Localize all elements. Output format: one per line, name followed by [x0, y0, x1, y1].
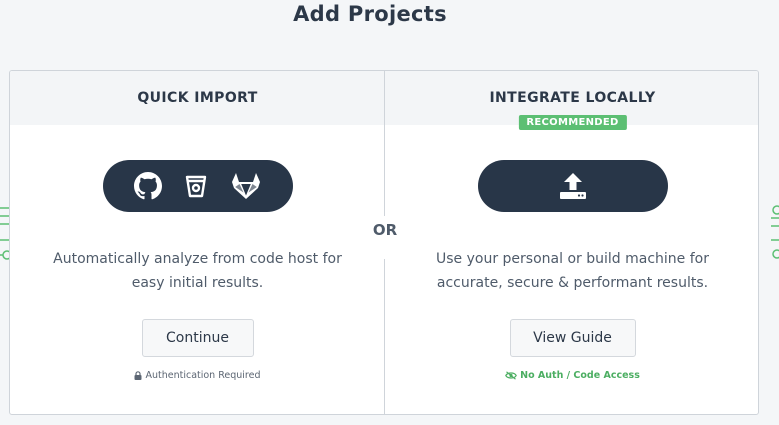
- quick-import-header: QUICK IMPORT: [10, 71, 385, 125]
- no-auth-text: No Auth / Code Access: [520, 370, 640, 381]
- eye-slash-icon: [505, 371, 518, 380]
- circuit-decoration-right: [771, 205, 779, 259]
- auth-required-note: Authentication Required: [10, 370, 385, 381]
- auth-required-text: Authentication Required: [145, 370, 261, 381]
- upload-pill[interactable]: [477, 160, 668, 212]
- github-icon[interactable]: [133, 172, 162, 200]
- quick-import-panel: QUICK IMPORT Automatically analyze from …: [10, 71, 385, 414]
- integrate-locally-description: Use your personal or build machine for a…: [436, 251, 709, 291]
- code-host-icons[interactable]: [102, 160, 293, 212]
- bitbucket-icon[interactable]: [182, 172, 210, 200]
- upload-icon[interactable]: [557, 171, 589, 201]
- no-auth-note: No Auth / Code Access: [385, 370, 758, 381]
- recommended-badge: RECOMMENDED: [518, 115, 627, 130]
- lock-icon: [134, 371, 142, 380]
- quick-import-description: Automatically analyze from code host for…: [53, 251, 342, 291]
- integrate-locally-panel: INTEGRATE LOCALLY RECOMMENDED Use your p…: [385, 71, 758, 414]
- add-projects-card: QUICK IMPORT Automatically analyze from …: [9, 70, 759, 415]
- gitlab-icon[interactable]: [230, 171, 262, 201]
- continue-button[interactable]: Continue: [141, 319, 254, 357]
- page-title: Add Projects: [293, 2, 447, 26]
- view-guide-button[interactable]: View Guide: [509, 319, 636, 357]
